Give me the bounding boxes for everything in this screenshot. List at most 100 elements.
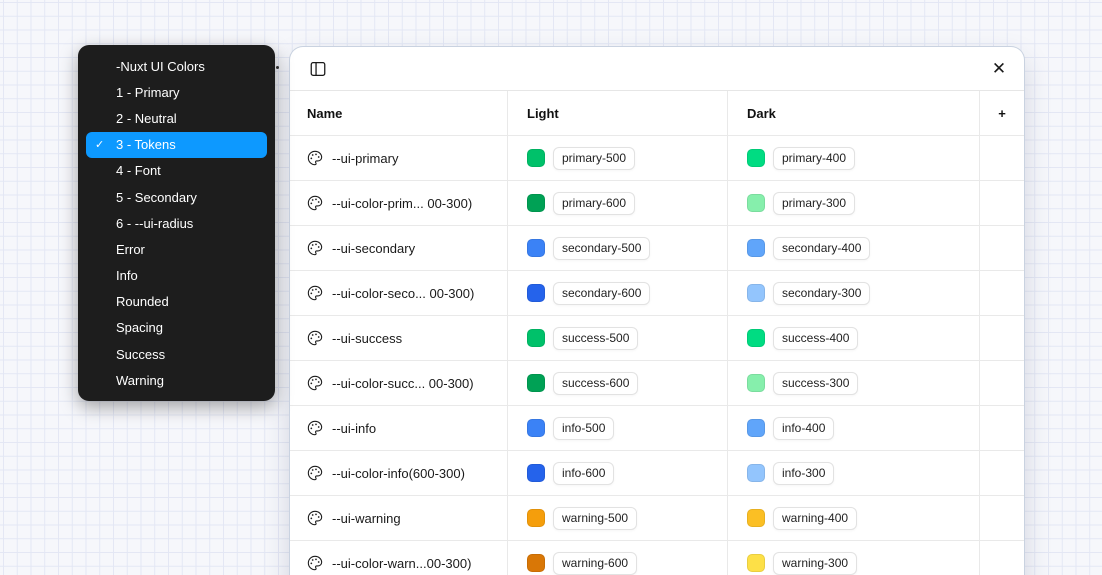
light-color-badge[interactable]: warning-500 (553, 507, 637, 530)
light-color-badge[interactable]: info-500 (553, 417, 614, 440)
column-header-dark[interactable]: Dark (728, 91, 980, 136)
light-color-badge[interactable]: secondary-600 (553, 282, 650, 305)
palette-icon (307, 195, 323, 211)
light-color-swatch[interactable] (527, 329, 545, 347)
palette-icon (307, 150, 323, 166)
menu-trigger-caret-dot (276, 66, 279, 69)
token-name-cell[interactable]: --ui-color-prim... 00-300) (290, 181, 508, 226)
palette-icon (307, 330, 323, 346)
token-name-cell[interactable]: --ui-color-seco... 00-300) (290, 271, 508, 316)
dark-color-swatch[interactable] (747, 284, 765, 302)
dark-color-badge[interactable]: secondary-300 (773, 282, 870, 305)
light-color-swatch[interactable] (527, 419, 545, 437)
table-row[interactable]: --ui-secondary secondary-500 secondary-4… (290, 226, 1024, 271)
light-color-badge[interactable]: info-600 (553, 462, 614, 485)
token-name-cell[interactable]: --ui-color-warn...00-300) (290, 541, 508, 575)
light-color-badge[interactable]: success-500 (553, 327, 638, 350)
token-name-cell[interactable]: --ui-primary (290, 136, 508, 181)
token-name-cell[interactable]: --ui-info (290, 406, 508, 451)
palette-icon (307, 555, 323, 571)
token-name: --ui-success (332, 331, 402, 346)
token-name-cell[interactable]: --ui-color-info(600-300) (290, 451, 508, 496)
dark-color-swatch[interactable] (747, 194, 765, 212)
dropdown-menu-item[interactable]: ✓ Warning (86, 367, 267, 393)
token-name: --ui-color-prim... 00-300) (332, 196, 472, 211)
column-header-name[interactable]: Name (290, 91, 508, 136)
table-row[interactable]: --ui-color-info(600-300) info-600 info-3… (290, 451, 1024, 496)
collection-dropdown-menu: ✓ -Nuxt UI Colors ✓ 1 - Primary ✓ 2 - Ne… (78, 45, 275, 401)
token-name: --ui-color-warn...00-300) (332, 556, 471, 571)
dark-color-swatch[interactable] (747, 374, 765, 392)
dark-color-badge[interactable]: success-400 (773, 327, 858, 350)
light-color-badge[interactable]: secondary-500 (553, 237, 650, 260)
token-name-cell[interactable]: --ui-secondary (290, 226, 508, 271)
light-color-swatch[interactable] (527, 554, 545, 572)
dropdown-menu-item[interactable]: ✓ Error (86, 236, 267, 262)
dark-color-badge[interactable]: warning-300 (773, 552, 857, 575)
dark-color-swatch[interactable] (747, 239, 765, 257)
dark-color-swatch[interactable] (747, 554, 765, 572)
dark-color-badge[interactable]: primary-400 (773, 147, 855, 170)
dropdown-menu-item[interactable]: ✓ 6 - --ui-radius (86, 210, 267, 236)
dropdown-item-label: 1 - Primary (116, 85, 180, 100)
add-column-button[interactable]: + (980, 91, 1024, 136)
dropdown-menu-item[interactable]: ✓ 4 - Font (86, 158, 267, 184)
table-row[interactable]: --ui-info info-500 info-400 (290, 406, 1024, 451)
dropdown-menu-item[interactable]: ✓ Info (86, 263, 267, 289)
dark-color-swatch[interactable] (747, 329, 765, 347)
table-row[interactable]: --ui-color-warn...00-300) warning-600 wa… (290, 541, 1024, 575)
token-name: --ui-warning (332, 511, 401, 526)
dropdown-item-label: 6 - --ui-radius (116, 216, 193, 231)
dark-value-cell: warning-300 (728, 541, 980, 575)
sidebar-toggle-icon[interactable] (307, 58, 329, 80)
row-end-cell (980, 496, 1024, 541)
light-color-badge[interactable]: warning-600 (553, 552, 637, 575)
table-row[interactable]: --ui-color-seco... 00-300) secondary-600… (290, 271, 1024, 316)
light-color-swatch[interactable] (527, 239, 545, 257)
dark-color-badge[interactable]: success-300 (773, 372, 858, 395)
light-color-swatch[interactable] (527, 374, 545, 392)
palette-icon (307, 285, 323, 301)
light-color-swatch[interactable] (527, 464, 545, 482)
token-name-cell[interactable]: --ui-color-succ... 00-300) (290, 361, 508, 406)
dropdown-menu-item[interactable]: ✓ 5 - Secondary (86, 184, 267, 210)
light-color-badge[interactable]: primary-500 (553, 147, 635, 170)
table-header-row: Name Light Dark + (290, 91, 1024, 136)
light-color-swatch[interactable] (527, 194, 545, 212)
row-end-cell (980, 181, 1024, 226)
dark-color-swatch[interactable] (747, 509, 765, 527)
dropdown-menu-item[interactable]: ✓ Spacing (86, 315, 267, 341)
dark-color-swatch[interactable] (747, 149, 765, 167)
table-row[interactable]: --ui-warning warning-500 warning-400 (290, 496, 1024, 541)
light-color-swatch[interactable] (527, 509, 545, 527)
dropdown-menu-item[interactable]: ✓ 3 - Tokens (86, 132, 267, 158)
dark-value-cell: primary-400 (728, 136, 980, 181)
token-name-cell[interactable]: --ui-success (290, 316, 508, 361)
dropdown-item-label: 3 - Tokens (116, 137, 176, 152)
table-row[interactable]: --ui-color-prim... 00-300) primary-600 p… (290, 181, 1024, 226)
table-row[interactable]: --ui-color-succ... 00-300) success-600 s… (290, 361, 1024, 406)
light-color-badge[interactable]: success-600 (553, 372, 638, 395)
column-header-light[interactable]: Light (508, 91, 728, 136)
dark-color-badge[interactable]: secondary-400 (773, 237, 870, 260)
palette-icon (307, 375, 323, 391)
dark-color-badge[interactable]: info-400 (773, 417, 834, 440)
light-color-swatch[interactable] (527, 284, 545, 302)
dropdown-menu-item[interactable]: ✓ Success (86, 341, 267, 367)
table-row[interactable]: --ui-primary primary-500 primary-400 (290, 136, 1024, 181)
dark-color-swatch[interactable] (747, 419, 765, 437)
dark-color-badge[interactable]: info-300 (773, 462, 834, 485)
dropdown-menu-item[interactable]: ✓ Rounded (86, 289, 267, 315)
token-name-cell[interactable]: --ui-warning (290, 496, 508, 541)
light-color-swatch[interactable] (527, 149, 545, 167)
light-color-badge[interactable]: primary-600 (553, 192, 635, 215)
dark-color-badge[interactable]: primary-300 (773, 192, 855, 215)
dropdown-menu-item[interactable]: ✓ 1 - Primary (86, 79, 267, 105)
dark-color-badge[interactable]: warning-400 (773, 507, 857, 530)
table-row[interactable]: --ui-success success-500 success-400 (290, 316, 1024, 361)
dark-color-swatch[interactable] (747, 464, 765, 482)
close-icon[interactable]: ✕ (988, 58, 1010, 80)
dropdown-menu-item[interactable]: ✓ -Nuxt UI Colors (86, 53, 267, 79)
dropdown-menu-item[interactable]: ✓ 2 - Neutral (86, 105, 267, 131)
row-end-cell (980, 136, 1024, 181)
